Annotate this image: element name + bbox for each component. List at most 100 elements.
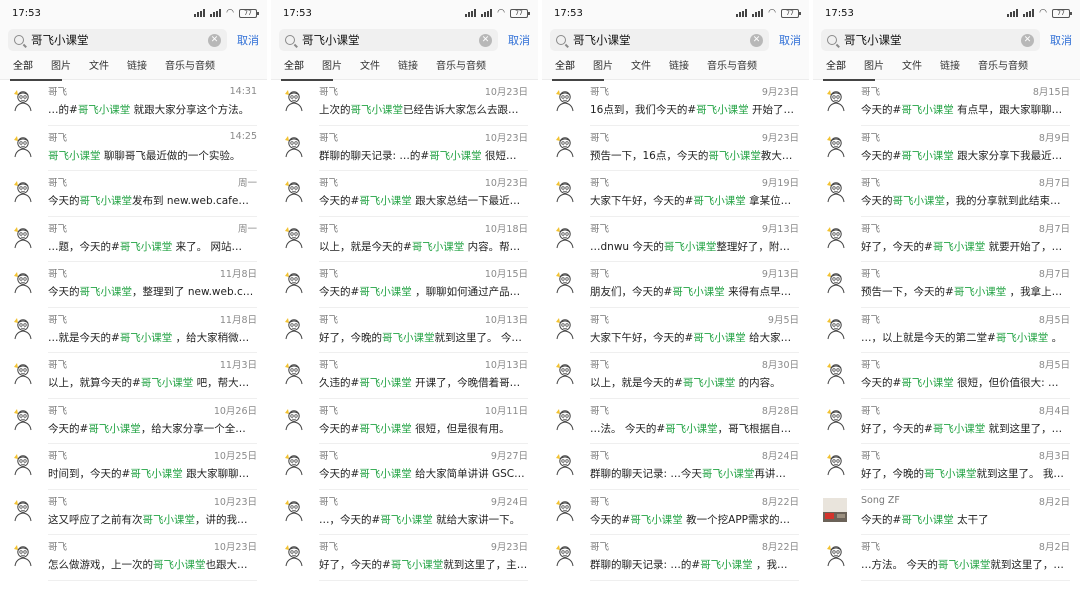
avatar[interactable] xyxy=(281,224,305,249)
list-item[interactable]: 哥飞 10月11日 今天的#哥飞小课堂 很短，但是很有用。 xyxy=(271,399,538,444)
list-item[interactable]: 哥飞 11月3日 以上，就算今天的#哥飞小课堂 吧，帮大… xyxy=(0,353,267,399)
avatar[interactable] xyxy=(10,543,34,567)
list-item[interactable]: 哥飞 9月13日 朋友们，今天的#哥飞小课堂 来得有点早… xyxy=(542,262,809,308)
tab-4[interactable]: 音乐与音频 xyxy=(427,54,495,80)
tab-1[interactable]: 图片 xyxy=(584,54,622,80)
list-item[interactable]: 哥飞 8月9日 今天的#哥飞小课堂 跟大家分享下我最近… xyxy=(813,126,1080,171)
list-item[interactable]: 哥飞 10月23日 怎么做游戏，上一次的哥飞小课堂也跟大… xyxy=(0,535,267,581)
tab-2[interactable]: 文件 xyxy=(80,54,118,80)
list-item[interactable]: 哥飞 9月24日 …，今天的#哥飞小课堂 就给大家讲一下。 xyxy=(271,490,538,535)
avatar[interactable] xyxy=(552,88,576,112)
avatar[interactable] xyxy=(10,497,34,522)
search-query[interactable]: 哥飞小课堂 xyxy=(844,32,1021,48)
list-item[interactable]: 哥飞 14:25 哥飞小课堂 聊聊哥飞最近做的一个实验。 xyxy=(0,126,267,171)
avatar[interactable] xyxy=(281,497,305,522)
avatar[interactable] xyxy=(552,179,576,203)
tab-4[interactable]: 音乐与音频 xyxy=(698,54,766,80)
avatar[interactable] xyxy=(823,88,847,112)
tab-1[interactable]: 图片 xyxy=(313,54,351,80)
cancel-button[interactable]: 取消 xyxy=(779,32,801,48)
list-item[interactable]: 哥飞 周一 …题，今天的#哥飞小课堂 来了。 网站… xyxy=(0,217,267,262)
list-item[interactable]: 哥飞 10月23日 这又呼应了之前有次哥飞小课堂，讲的我… xyxy=(0,490,267,535)
list-item[interactable]: 哥飞 8月22日 群聊的聊天记录: …的#哥飞小课堂 ，我… xyxy=(542,535,809,581)
list-item[interactable]: 哥飞 8月24日 群聊的聊天记录: …今天哥飞小课堂再讲… xyxy=(542,444,809,490)
avatar[interactable] xyxy=(281,543,305,567)
tab-3[interactable]: 链接 xyxy=(118,54,156,80)
list-item[interactable]: 哥飞 8月5日 …，以上就是今天的第二堂#哥飞小课堂 。 xyxy=(813,308,1080,353)
avatar[interactable] xyxy=(823,361,847,385)
avatar[interactable] xyxy=(823,543,847,567)
avatar[interactable] xyxy=(552,452,576,476)
tab-2[interactable]: 文件 xyxy=(351,54,389,80)
list-item[interactable]: 哥飞 9月19日 大家下午好，今天的#哥飞小课堂 拿某位… xyxy=(542,171,809,217)
tab-2[interactable]: 文件 xyxy=(893,54,931,80)
tab-0[interactable]: 全部 xyxy=(817,54,875,81)
search-input[interactable]: 哥飞小课堂 ✕ xyxy=(279,29,498,51)
cancel-button[interactable]: 取消 xyxy=(237,32,259,48)
list-item[interactable]: 哥飞 10月23日 群聊的聊天记录: …的#哥飞小课堂 很短… xyxy=(271,126,538,171)
search-input[interactable]: 哥飞小课堂 ✕ xyxy=(821,29,1040,51)
cancel-button[interactable]: 取消 xyxy=(508,32,530,48)
tab-3[interactable]: 链接 xyxy=(389,54,427,80)
list-item[interactable]: 哥飞 11月8日 今天的哥飞小课堂，整理到了 new.web.ca… xyxy=(0,262,267,308)
list-item[interactable]: 哥飞 8月3日 好了，今晚的哥飞小课堂就到这里了。 我… xyxy=(813,444,1080,490)
clear-icon[interactable]: ✕ xyxy=(208,33,221,47)
list-item[interactable]: 哥飞 9月23日 预告一下，16点，今天的哥飞小课堂教大… xyxy=(542,126,809,171)
clear-icon[interactable]: ✕ xyxy=(479,33,492,47)
list-item[interactable]: 哥飞 10月25日 时间到，今天的#哥飞小课堂 跟大家聊聊… xyxy=(0,444,267,490)
list-item[interactable]: 哥飞 8月5日 今天的#哥飞小课堂 很短，但价值很大: … xyxy=(813,353,1080,399)
tab-0[interactable]: 全部 xyxy=(546,54,604,81)
avatar[interactable] xyxy=(823,179,847,203)
tab-0[interactable]: 全部 xyxy=(275,54,333,81)
clear-icon[interactable]: ✕ xyxy=(750,33,763,47)
avatar[interactable] xyxy=(281,361,305,385)
tab-3[interactable]: 链接 xyxy=(660,54,698,80)
avatar[interactable] xyxy=(823,452,847,476)
avatar[interactable] xyxy=(823,270,847,294)
avatar[interactable] xyxy=(10,88,34,112)
avatar[interactable] xyxy=(552,270,576,294)
list-item[interactable]: 哥飞 10月13日 好了，今晚的哥飞小课堂就到这里了。 今… xyxy=(271,308,538,353)
avatar[interactable] xyxy=(281,270,305,294)
avatar[interactable] xyxy=(823,497,847,522)
avatar[interactable] xyxy=(823,406,847,431)
list-item[interactable]: 哥飞 8月15日 今天的#哥飞小课堂 有点早，跟大家聊聊… xyxy=(813,80,1080,126)
list-item[interactable]: 哥飞 10月26日 今天的#哥飞小课堂，给大家分享一个全… xyxy=(0,399,267,444)
tab-3[interactable]: 链接 xyxy=(931,54,969,80)
avatar[interactable] xyxy=(10,224,34,249)
cancel-button[interactable]: 取消 xyxy=(1050,32,1072,48)
clear-icon[interactable]: ✕ xyxy=(1021,33,1034,47)
list-item[interactable]: 哥飞 9月23日 16点到，我们今天的#哥飞小课堂 开始了… xyxy=(542,80,809,126)
avatar[interactable] xyxy=(281,88,305,112)
list-item[interactable]: 哥飞 9月23日 好了，今天的#哥飞小课堂就到这里了，主… xyxy=(271,535,538,581)
avatar[interactable] xyxy=(552,133,576,158)
list-item[interactable]: Song ZF 8月2日 今天的#哥飞小课堂 太干了 xyxy=(813,490,1080,535)
avatar[interactable] xyxy=(10,315,34,340)
list-item[interactable]: 哥飞 8月4日 好了，今天的#哥飞小课堂 就到这里了，… xyxy=(813,399,1080,444)
list-item[interactable]: 哥飞 9月5日 大家下午好，今天的#哥飞小课堂 给大家分… xyxy=(542,308,809,353)
list-item[interactable]: 哥飞 8月2日 …方法。 今天的哥飞小课堂就到这里了，… xyxy=(813,535,1080,581)
list-item[interactable]: 哥飞 8月7日 今天的哥飞小课堂，我的分享就到此结束… xyxy=(813,171,1080,217)
avatar[interactable] xyxy=(10,133,34,158)
tab-2[interactable]: 文件 xyxy=(622,54,660,80)
list-item[interactable]: 哥飞 8月7日 好了，今天的#哥飞小课堂 就要开始了，… xyxy=(813,217,1080,262)
avatar[interactable] xyxy=(823,224,847,249)
search-query[interactable]: 哥飞小课堂 xyxy=(573,32,750,48)
list-item[interactable]: 哥飞 10月13日 久违的#哥飞小课堂 开课了，今晚借着哥… xyxy=(271,353,538,399)
tab-0[interactable]: 全部 xyxy=(4,54,62,81)
list-item[interactable]: 哥飞 8月28日 …法。 今天的#哥飞小课堂，哥飞根据自… xyxy=(542,399,809,444)
search-input[interactable]: 哥飞小课堂 ✕ xyxy=(550,29,769,51)
avatar[interactable] xyxy=(281,179,305,203)
avatar[interactable] xyxy=(552,224,576,249)
avatar[interactable] xyxy=(823,315,847,340)
list-item[interactable]: 哥飞 8月30日 以上，就是今天的#哥飞小课堂 的内容。 xyxy=(542,353,809,399)
tab-1[interactable]: 图片 xyxy=(42,54,80,80)
tab-4[interactable]: 音乐与音频 xyxy=(156,54,224,80)
list-item[interactable]: 哥飞 10月18日 以上，就是今天的#哥飞小课堂 内容。帮… xyxy=(271,217,538,262)
avatar[interactable] xyxy=(281,133,305,158)
list-item[interactable]: 哥飞 10月15日 今天的#哥飞小课堂 ，聊聊如何通过产品… xyxy=(271,262,538,308)
avatar[interactable] xyxy=(552,406,576,431)
avatar[interactable] xyxy=(552,543,576,567)
avatar[interactable] xyxy=(281,315,305,340)
list-item[interactable]: 哥飞 9月13日 …dnwu 今天的哥飞小课堂整理好了，附… xyxy=(542,217,809,262)
